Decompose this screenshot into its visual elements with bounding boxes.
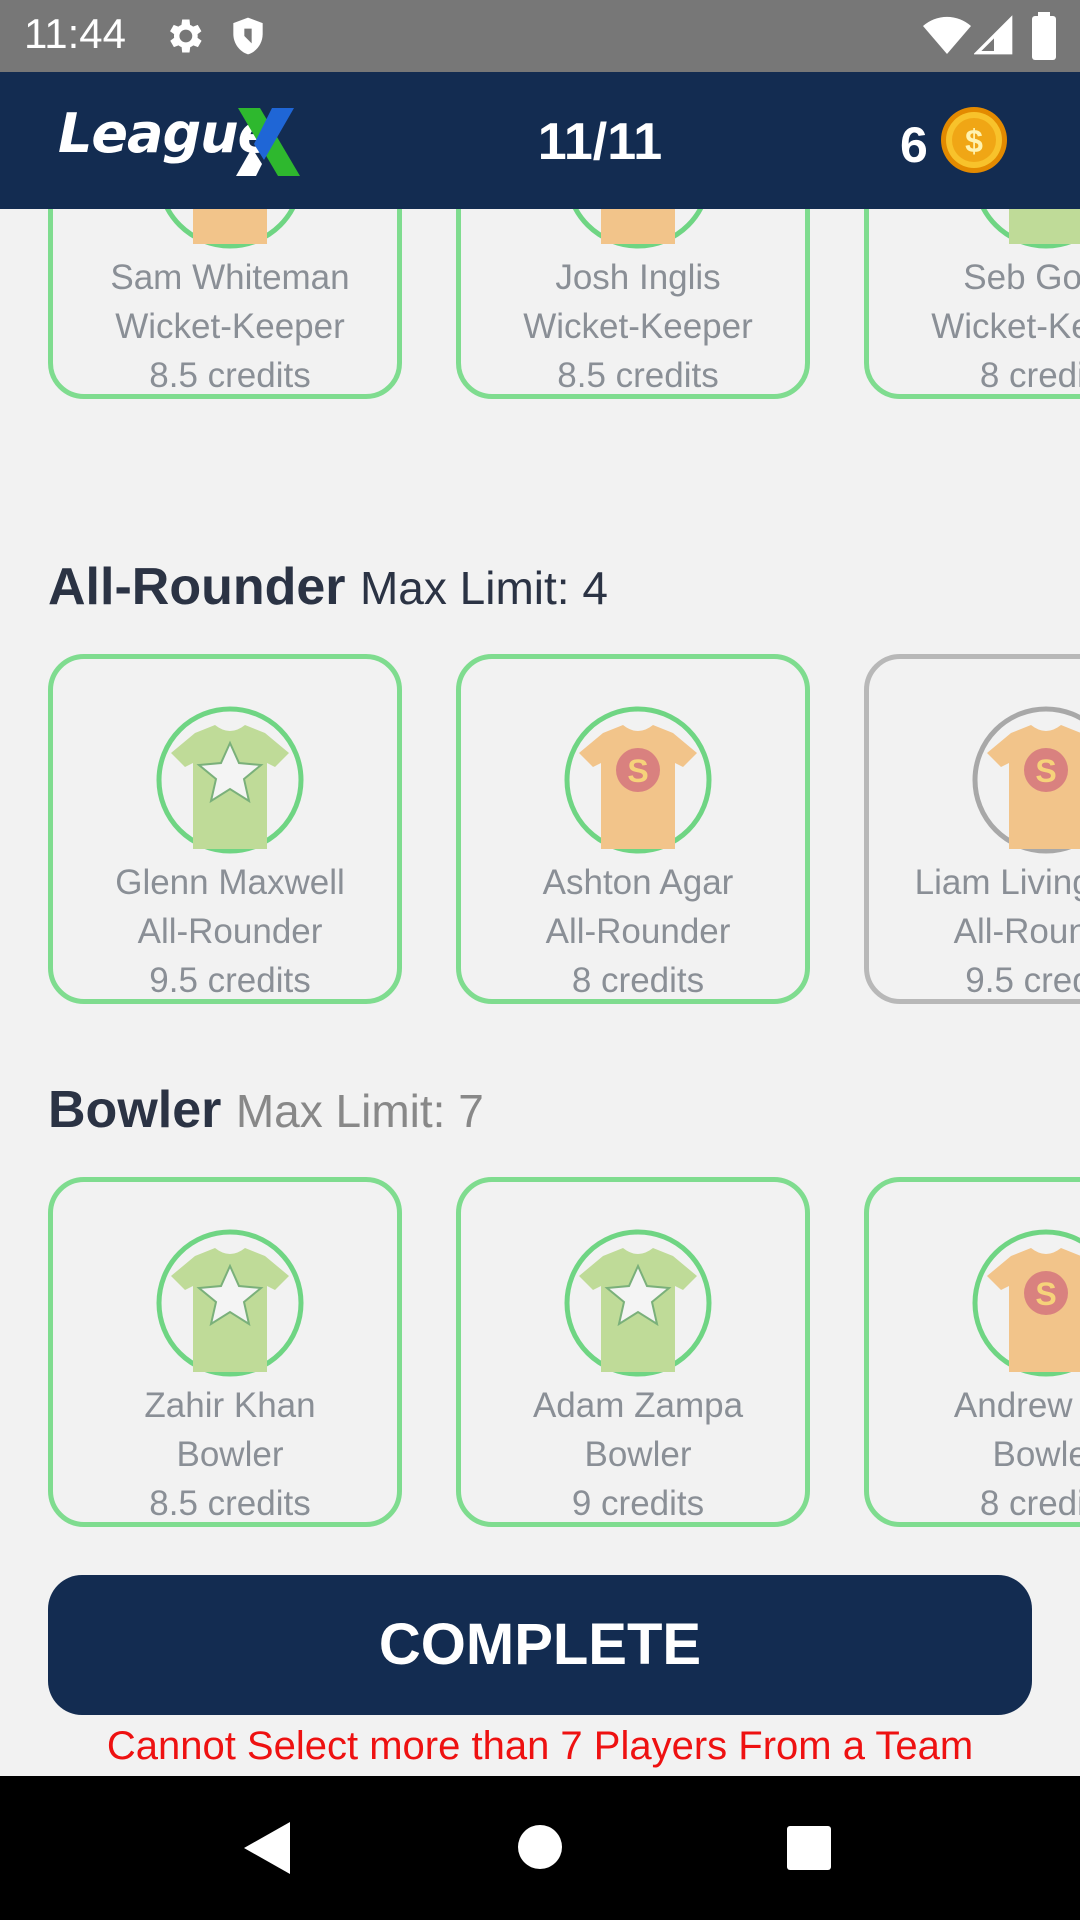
svg-text:$: $ [965, 123, 983, 159]
player-role: Bowler [992, 1435, 1080, 1474]
coin-icon: $ [941, 107, 1007, 173]
player-name: Andrew Tye [953, 1386, 1080, 1425]
player-credits: 8.5 credits [149, 356, 311, 395]
player-card[interactable]: S Ashton Agar All-Rounder 8 credits [456, 654, 810, 1004]
settings-icon [170, 19, 202, 53]
recents-icon[interactable] [787, 1826, 831, 1870]
signal-icon [974, 15, 1013, 55]
player-credits: 9.5 credits [965, 961, 1080, 1000]
section-name: Bowler [48, 1081, 222, 1139]
player-jersey-icon [156, 1229, 304, 1377]
player-role: All-Rounder [545, 912, 731, 951]
player-jersey-icon: S [564, 706, 712, 854]
player-jersey-icon [564, 1229, 712, 1377]
player-name: Josh Inglis [555, 258, 721, 297]
status-bar: 11:44 [0, 0, 1080, 72]
section-max-limit: Max Limit: 7 [235, 1085, 484, 1137]
complete-button[interactable]: COMPLETE [48, 1575, 1032, 1715]
player-jersey-icon [980, 209, 1080, 249]
section-max-limit: Max Limit: 4 [359, 562, 608, 614]
player-role: Wicket-Keeper [931, 307, 1080, 346]
status-time: 11:44 [24, 10, 126, 57]
navigation-bar [0, 1776, 1080, 1920]
player-card[interactable]: S Sam Whiteman Wicket-Keeper 8.5 credits [48, 209, 402, 399]
wifi-icon [923, 16, 971, 54]
back-icon[interactable] [244, 1822, 290, 1874]
player-name: Zahir Khan [144, 1386, 316, 1425]
player-role: Wicket-Keeper [523, 307, 753, 346]
player-role: Wicket-Keeper [115, 307, 345, 346]
app-header: League 11/11 6 $ [0, 72, 1080, 209]
coin-count: 6 [900, 117, 928, 173]
player-card[interactable]: S Liam Livingstone All-Rounder 9.5 credi… [864, 654, 1080, 1004]
player-jersey-icon [156, 706, 304, 854]
player-credits: 8 credits [571, 961, 705, 1000]
error-message: Cannot Select more than 7 Players From a… [106, 1724, 974, 1768]
battery-icon [1032, 12, 1056, 60]
player-name: Ashton Agar [542, 863, 734, 902]
player-name: Sam Whiteman [110, 258, 350, 297]
player-card[interactable]: S Andrew Tye Bowler 8 credits [864, 1177, 1080, 1527]
player-role: Bowler [584, 1435, 692, 1474]
player-role: Bowler [176, 1435, 284, 1474]
player-credits: 8 credits [979, 356, 1080, 395]
player-credits: 8.5 credits [149, 1484, 311, 1523]
player-name: Adam Zampa [532, 1386, 744, 1425]
player-jersey-icon: S [572, 209, 704, 249]
player-list[interactable]: S Sam Whiteman Wicket-Keeper 8.5 credits… [0, 209, 1080, 1776]
player-card[interactable]: Seb Gotch Wicket-Keeper 8 credits [864, 209, 1080, 399]
home-icon[interactable] [518, 1825, 562, 1869]
player-card[interactable]: Adam Zampa Bowler 9 credits [456, 1177, 810, 1527]
section-title-all-rounder: All-Rounder Max Limit: 4 [48, 557, 608, 617]
svg-text:S: S [1035, 1276, 1056, 1312]
player-jersey-icon: S [972, 706, 1080, 854]
league-logo-x-icon [236, 108, 300, 176]
svg-text:S: S [627, 753, 648, 789]
section-name: All-Rounder [48, 558, 346, 616]
player-jersey-icon: S [972, 1229, 1080, 1377]
section-title-bowler: Bowler Max Limit: 7 [48, 1080, 484, 1140]
player-name: Glenn Maxwell [115, 863, 345, 902]
player-role: All-Rounder [953, 912, 1080, 951]
player-credits: 9 credits [571, 1484, 705, 1523]
player-name: Liam Livingstone [914, 863, 1080, 902]
player-credits: 9.5 credits [149, 961, 311, 1000]
player-credits: 8.5 credits [557, 356, 719, 395]
player-jersey-icon: S [164, 209, 296, 249]
player-card[interactable]: S Josh Inglis Wicket-Keeper 8.5 credits [456, 209, 810, 399]
player-name: Seb Gotch [963, 258, 1080, 297]
shield-icon [233, 17, 263, 55]
svg-text:S: S [1035, 753, 1056, 789]
team-count: 11/11 [537, 113, 663, 171]
player-role: All-Rounder [137, 912, 323, 951]
player-card[interactable]: Glenn Maxwell All-Rounder 9.5 credits [48, 654, 402, 1004]
player-card[interactable]: Zahir Khan Bowler 8.5 credits [48, 1177, 402, 1527]
player-credits: 8 credits [979, 1484, 1080, 1523]
